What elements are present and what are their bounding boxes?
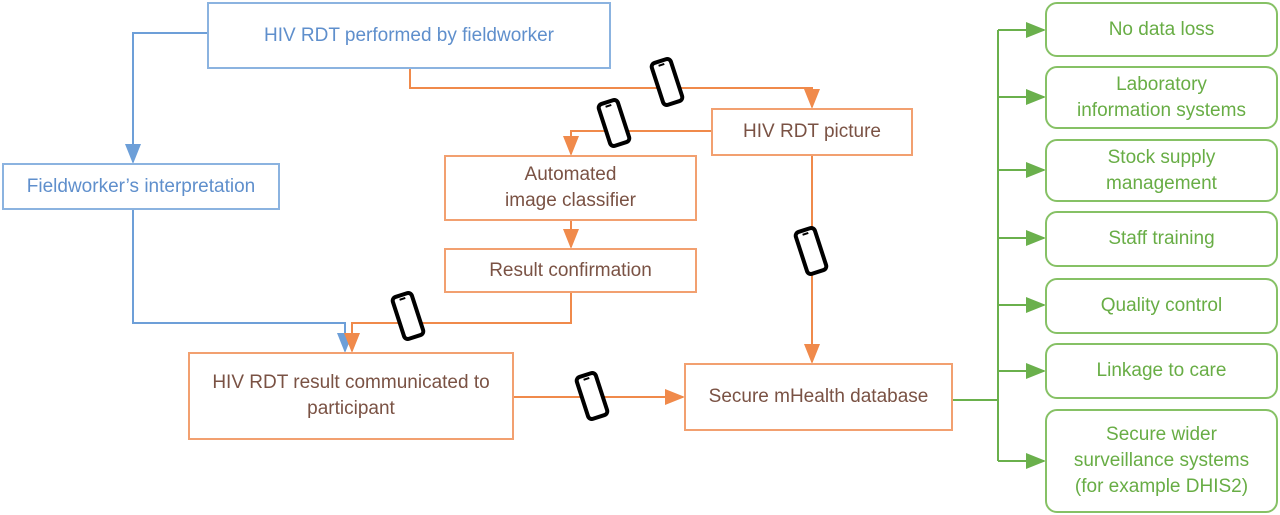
outcome-laboratory-systems: Laboratory information systems bbox=[1045, 66, 1278, 129]
outcome-label: Stock supply management bbox=[1106, 146, 1217, 194]
outcome-label: Secure wider surveillance systems (for e… bbox=[1073, 424, 1250, 497]
node-label: HIV RDT picture bbox=[743, 121, 881, 142]
node-label: HIV RDT performed by fieldworker bbox=[263, 24, 555, 46]
node-image-classifier: Automated image classifier bbox=[444, 155, 697, 221]
smartphone-icon bbox=[649, 57, 685, 107]
node-rdt-performed: HIV RDT performed by fieldworker bbox=[207, 2, 611, 69]
outcome-surveillance-systems: Secure wider surveillance systems (for e… bbox=[1045, 409, 1278, 513]
arrow-picture-to-classifier bbox=[563, 130, 711, 156]
node-fieldworker-interpretation: Fieldworker’s interpretation bbox=[2, 163, 280, 210]
outcome-label: Quality control bbox=[1100, 295, 1223, 316]
node-result-confirmation: Result confirmation bbox=[444, 248, 697, 293]
node-rdt-picture: HIV RDT picture bbox=[711, 108, 913, 156]
node-label: HIV RDT result communicated to participa… bbox=[212, 372, 490, 419]
smartphone-icon bbox=[574, 371, 610, 421]
outcome-label: No data loss bbox=[1108, 18, 1215, 40]
outcome-linkage-to-care: Linkage to care bbox=[1045, 343, 1278, 399]
outcome-no-data-loss: No data loss bbox=[1045, 2, 1278, 57]
outcome-stock-supply: Stock supply management bbox=[1045, 139, 1278, 202]
green-trunk bbox=[952, 30, 999, 461]
smartphone-icon bbox=[390, 291, 426, 341]
node-label: Automated image classifier bbox=[505, 164, 636, 211]
smartphone-icon bbox=[596, 98, 632, 148]
node-result-communicated: HIV RDT result communicated to participa… bbox=[188, 352, 514, 440]
arrow-performed-to-interpretation bbox=[125, 32, 207, 164]
smartphone-icon bbox=[793, 226, 829, 276]
arrow-confirmation-to-result bbox=[344, 292, 572, 353]
node-label: Result confirmation bbox=[489, 259, 652, 281]
node-mhealth-database: Secure mHealth database bbox=[684, 363, 953, 431]
outcome-label: Laboratory information systems bbox=[1077, 73, 1246, 121]
outcome-quality-control: Quality control bbox=[1045, 278, 1278, 334]
node-label: Secure mHealth database bbox=[708, 386, 929, 407]
outcome-label: Linkage to care bbox=[1096, 360, 1227, 381]
arrow-interpretation-to-result bbox=[132, 209, 353, 353]
node-label: Fieldworker’s interpretation bbox=[26, 175, 256, 197]
outcome-staff-training: Staff training bbox=[1045, 211, 1278, 267]
outcome-label: Staff training bbox=[1108, 228, 1215, 249]
